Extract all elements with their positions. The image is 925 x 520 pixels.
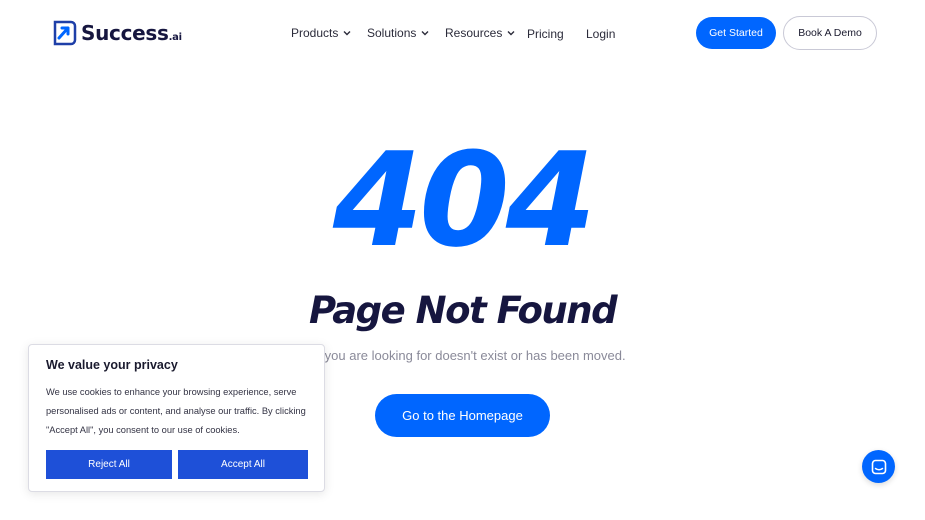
cookie-text: We use cookies to enhance your browsing … <box>46 387 306 435</box>
reject-all-button[interactable]: Reject All <box>46 450 172 479</box>
brand-suffix: .ai <box>168 32 182 43</box>
cookie-banner: We value your privacy We use cookies to … <box>28 344 325 492</box>
chat-icon <box>871 459 886 474</box>
nav-login[interactable]: Login <box>586 27 615 41</box>
get-started-button[interactable]: Get Started <box>696 17 776 49</box>
nav-products-label: Products <box>291 26 339 40</box>
chevron-down-icon <box>421 31 429 36</box>
book-demo-button[interactable]: Book A Demo <box>783 16 877 50</box>
chevron-down-icon <box>343 31 351 36</box>
accept-all-button[interactable]: Accept All <box>178 450 308 479</box>
nav-resources[interactable]: Resources <box>445 26 515 40</box>
nav-pricing[interactable]: Pricing <box>527 27 564 41</box>
error-code: 404 <box>332 124 596 276</box>
nav-login-label: Login <box>586 27 616 41</box>
nav-products[interactable]: Products <box>291 26 351 40</box>
nav-pricing-label: Pricing <box>527 27 564 41</box>
cookie-title: We value your privacy <box>46 358 178 372</box>
chevron-down-icon <box>507 31 515 36</box>
logo-icon <box>53 20 77 46</box>
chat-launcher[interactable] <box>862 450 895 483</box>
brand-name: Success.ai <box>81 21 182 45</box>
page-title: Page Not Found <box>308 289 618 332</box>
nav-solutions[interactable]: Solutions <box>367 26 429 40</box>
go-home-button[interactable]: Go to the Homepage <box>375 394 550 437</box>
brand-logo[interactable]: Success.ai <box>51 20 182 46</box>
nav-solutions-label: Solutions <box>367 26 417 40</box>
nav-resources-label: Resources <box>445 26 503 40</box>
